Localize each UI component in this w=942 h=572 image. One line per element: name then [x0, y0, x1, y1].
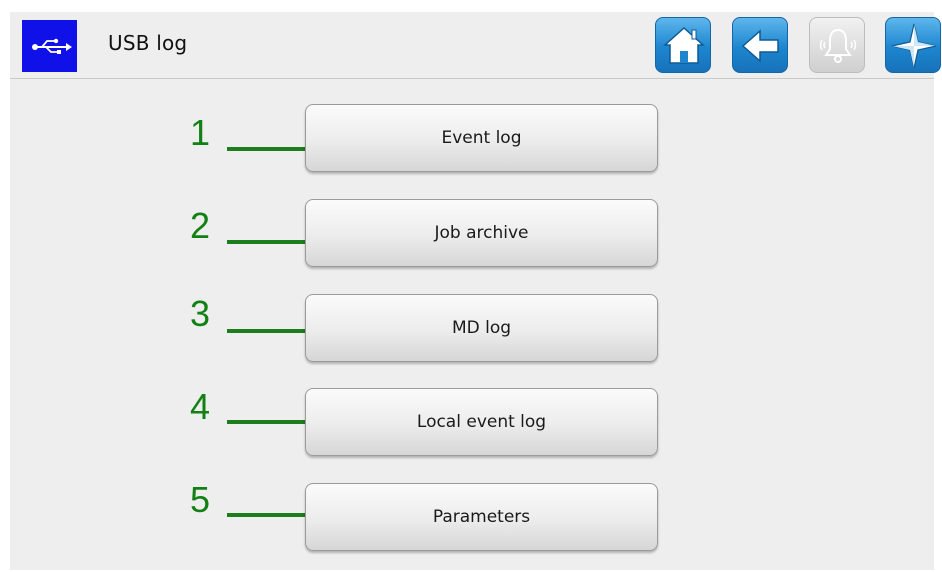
- callout-number-5: 5: [190, 479, 211, 520]
- callout-line-3: [227, 329, 314, 333]
- header-bar: USB log: [10, 12, 941, 79]
- job-archive-button[interactable]: Job archive: [305, 199, 658, 267]
- usb-icon: [32, 38, 72, 54]
- callout-number-1: 1: [190, 112, 211, 153]
- usb-badge: [22, 20, 77, 72]
- callout-number-2: 2: [190, 205, 211, 246]
- back-arrow-icon: [741, 29, 779, 63]
- callout-number-3: 3: [190, 293, 211, 334]
- compass-star-icon: [891, 23, 937, 69]
- screen: USB log 1 Event log 2 Job archive 3 MD l…: [10, 12, 941, 570]
- page-title: USB log: [108, 31, 188, 55]
- alarm-bell-icon: [819, 28, 857, 63]
- event-log-button[interactable]: Event log: [305, 104, 658, 172]
- callout-line-4: [227, 420, 314, 424]
- callout-line-5: [227, 513, 314, 517]
- home-button[interactable]: [655, 17, 711, 73]
- callout-line-2: [227, 240, 314, 244]
- local-event-log-button[interactable]: Local event log: [305, 388, 658, 456]
- navigation-button[interactable]: [885, 17, 941, 73]
- callout-number-4: 4: [190, 386, 211, 427]
- alarm-button[interactable]: [809, 17, 865, 73]
- parameters-button[interactable]: Parameters: [305, 483, 658, 551]
- home-icon: [663, 26, 705, 64]
- callout-line-1: [227, 147, 314, 151]
- back-button[interactable]: [732, 17, 788, 73]
- md-log-button[interactable]: MD log: [305, 294, 658, 362]
